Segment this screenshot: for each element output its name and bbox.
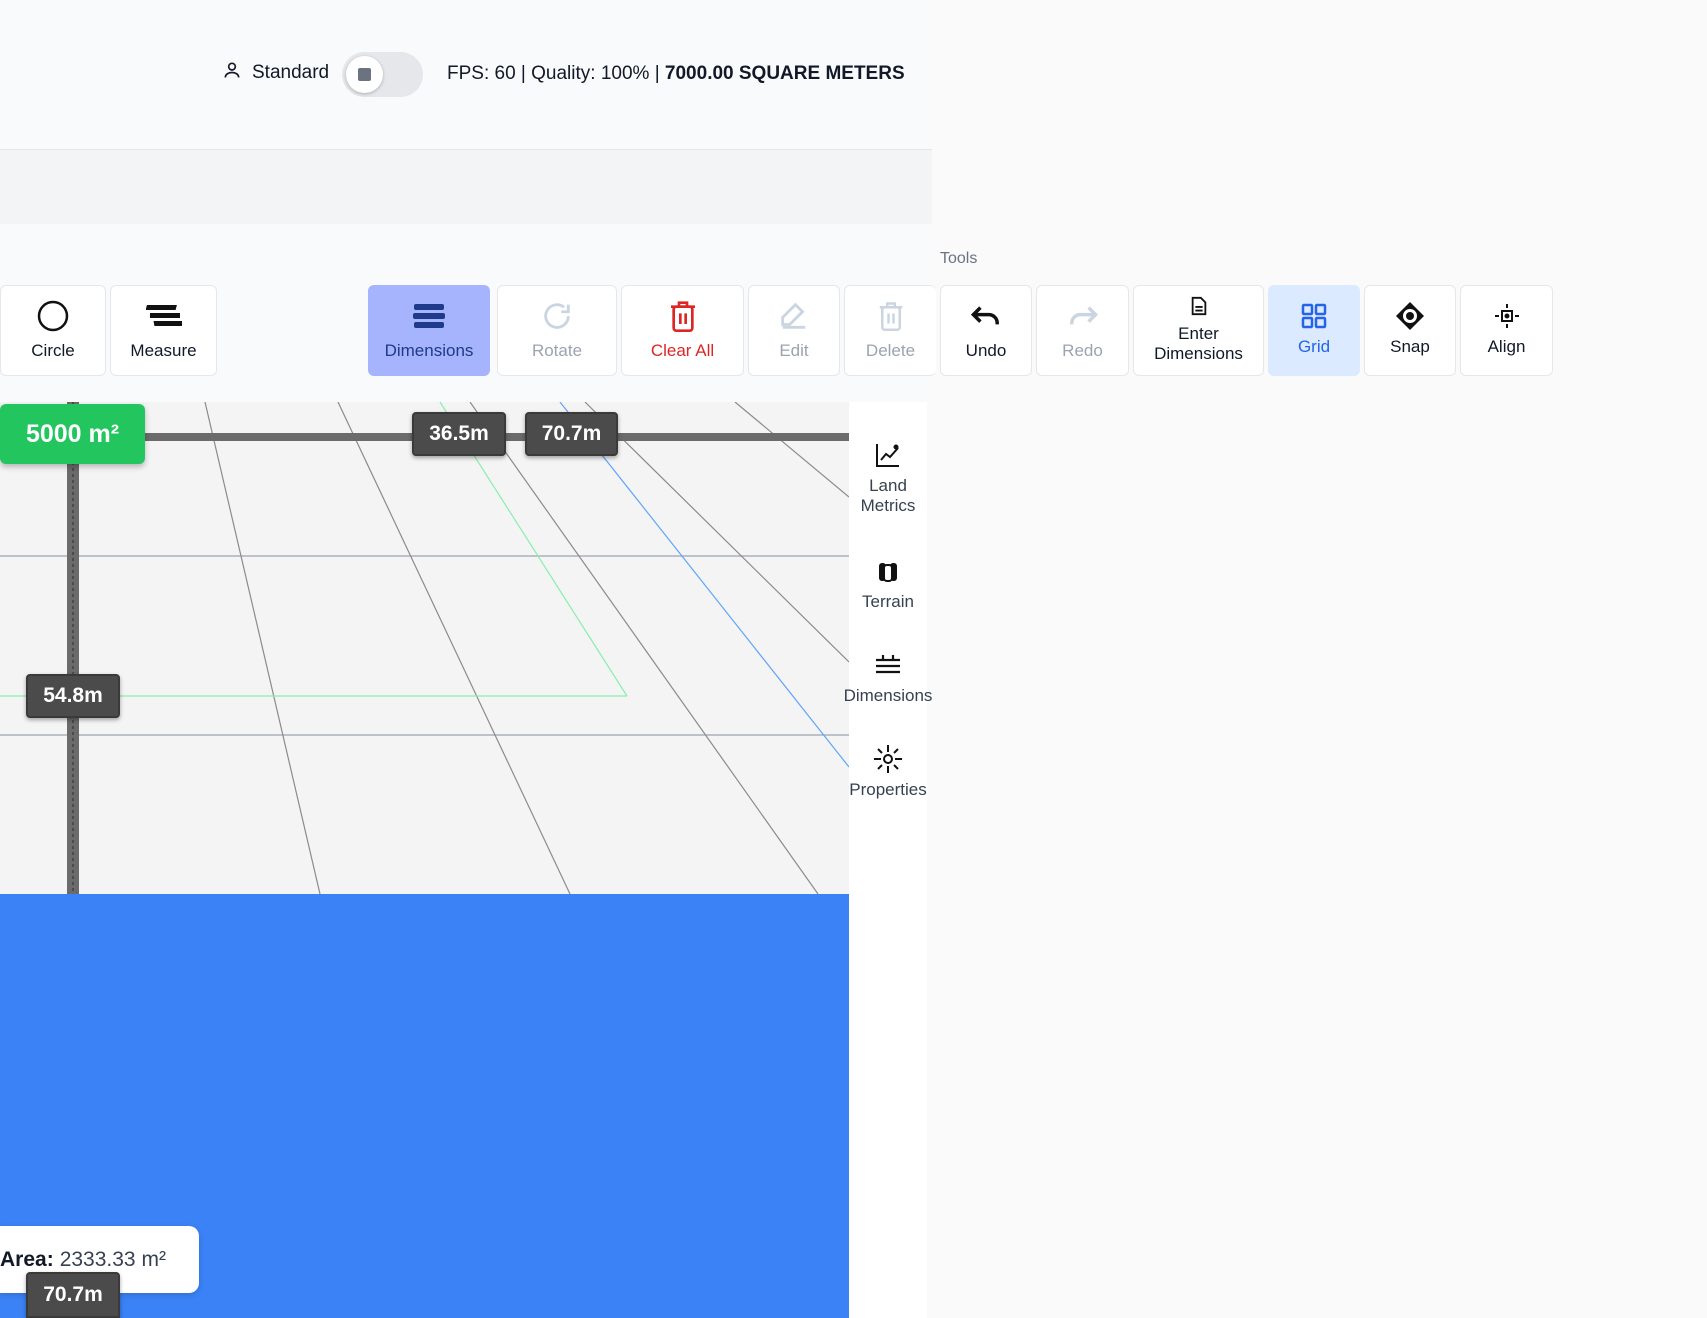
delete-label: Delete (865, 340, 916, 360)
edit-button[interactable]: Edit (748, 285, 840, 376)
rotate-label: Rotate (531, 340, 583, 360)
dimension-label-left[interactable]: 54.8m (26, 674, 120, 718)
undo-icon (969, 302, 1003, 335)
properties-icon (872, 743, 904, 780)
chart-icon (874, 441, 902, 474)
snap-button[interactable]: Snap (1364, 285, 1456, 376)
trash-icon (667, 298, 699, 339)
enter-dimensions-label: Enter Dimensions (1154, 323, 1243, 363)
dimensions-icon (874, 652, 902, 683)
dimension-label-bottom[interactable]: 70.7m (26, 1272, 120, 1318)
measure-label: Measure (130, 340, 197, 360)
dimensions-button[interactable]: Dimensions (368, 285, 490, 376)
side-item-label: Dimensions (843, 686, 933, 705)
dimensions-label: Dimensions (384, 340, 474, 360)
circle-button[interactable]: Circle (0, 285, 106, 376)
dimensions-icon (411, 302, 447, 335)
area-label: Area: (0, 1247, 54, 1271)
circle-icon (36, 299, 70, 338)
sub-bar (0, 150, 932, 224)
edit-icon (777, 299, 811, 338)
grid-label: Grid (1297, 336, 1331, 356)
snap-label: Snap (1390, 336, 1430, 356)
align-button[interactable]: Align (1460, 285, 1553, 376)
grid-icon (1300, 302, 1328, 335)
circle-label: Circle (31, 340, 75, 360)
align-label: Align (1487, 336, 1526, 356)
user-mode: Standard (222, 60, 329, 86)
snap-icon (1395, 301, 1425, 336)
side-item-properties[interactable]: Properties (849, 744, 927, 800)
redo-icon (1066, 302, 1100, 335)
canvas-grid (0, 402, 849, 894)
undo-button[interactable]: Undo (940, 285, 1032, 376)
side-item-label: Properties (849, 780, 927, 799)
rotate-button[interactable]: Rotate (497, 285, 617, 376)
trash-icon (876, 299, 906, 338)
status-readout: FPS: 60 | Quality: 100% | 7000.00 SQUARE… (447, 63, 905, 85)
side-item-terrain[interactable]: Terrain (849, 556, 927, 612)
status-prefix: FPS: 60 | Quality: 100% | (447, 63, 660, 84)
enter-dimensions-button[interactable]: Enter Dimensions (1133, 285, 1264, 376)
redo-button[interactable]: Redo (1036, 285, 1129, 376)
edit-label: Edit (779, 340, 809, 360)
area-value: 2333.33 m² (59, 1247, 166, 1271)
measure-icon (145, 301, 184, 336)
dimension-label-top-2[interactable]: 70.7m (525, 412, 618, 456)
tools-section-label: Tools (940, 250, 978, 267)
side-item-dimensions[interactable]: Dimensions (844, 650, 932, 706)
dimension-label-top-1[interactable]: 36.5m (412, 412, 506, 456)
side-item-label: Terrain (862, 592, 914, 611)
area-badge[interactable]: 5000 m² (0, 404, 145, 464)
side-panel: Land Metrics Terrain Dimensions Properti… (844, 402, 932, 1318)
clear-all-button[interactable]: Clear All (621, 285, 744, 376)
rotate-icon (540, 299, 574, 338)
side-item-label: Land Metrics (860, 476, 916, 515)
user-icon (222, 60, 242, 86)
measure-button[interactable]: Measure (110, 285, 217, 376)
undo-label: Undo (965, 340, 1007, 360)
delete-button[interactable]: Delete (844, 285, 936, 376)
align-icon (1494, 303, 1520, 334)
user-mode-label: Standard (252, 62, 330, 83)
side-item-land-metrics[interactable]: Land Metrics (849, 440, 927, 516)
mode-toggle[interactable] (342, 52, 423, 97)
toggle-knob (346, 56, 383, 93)
grid-button[interactable]: Grid (1268, 285, 1360, 376)
status-area: 7000.00 SQUARE METERS (664, 63, 905, 84)
drawing-canvas[interactable] (0, 402, 849, 894)
document-icon (1190, 296, 1208, 321)
terrain-icon (876, 559, 900, 588)
clear-all-label: Clear All (650, 340, 715, 360)
redo-label: Redo (1062, 340, 1103, 360)
